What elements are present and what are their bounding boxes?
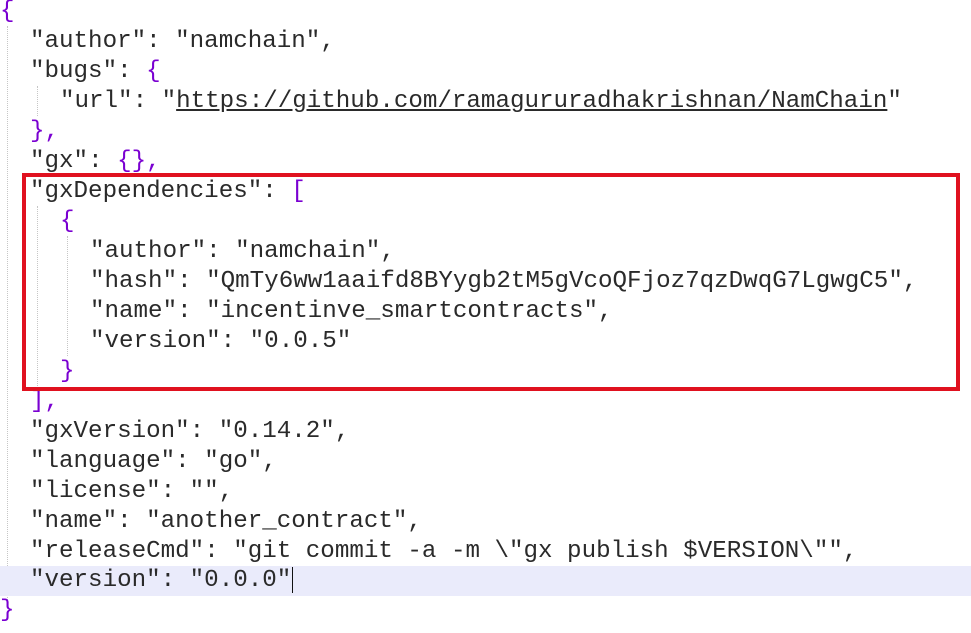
json-string-value: "another_contract" [146,508,408,535]
key-separator: : [132,88,162,115]
json-key: "gxVersion" [30,418,190,445]
close-brace: }, [30,118,60,145]
json-string-value: "0.14.2" [218,418,335,445]
code-line: "url": "https://github.com/ramagururadha… [0,87,902,117]
json-key: "url" [60,88,133,115]
json-editor[interactable]: { "author": "namchain", "bugs": { "url":… [0,0,971,633]
key-separator: : [117,58,147,85]
code-line: "bugs": { [0,57,161,87]
current-line[interactable]: "version": "0.0.0" [0,566,971,596]
key-separator: : [160,567,190,594]
code-line: "license": "", [0,477,233,507]
json-string-value: "0.0.0" [189,567,292,594]
comma: , [334,418,350,445]
json-string-value: "" [189,478,219,505]
comma: , [842,538,858,565]
comma: , [320,28,335,55]
code-line: { [0,0,15,27]
code-line: "gxVersion": "0.14.2", [0,417,349,447]
key-separator: : [175,448,205,475]
json-string-value: "go" [204,448,263,475]
code-line: "language": "go", [0,447,277,477]
json-key: "version" [30,567,161,594]
json-key: "bugs" [30,58,118,85]
highlight-box [22,173,960,391]
json-key: "author" [30,28,147,55]
comma: , [218,478,234,505]
text-cursor [292,566,294,593]
key-separator: : [88,148,118,175]
key-separator: : [117,508,147,535]
quote: " [887,88,902,115]
code-line: ], [0,387,59,417]
json-string-value: "namchain" [175,28,321,55]
code-line: "author": "namchain", [0,27,335,57]
key-separator: : [146,28,176,55]
json-string-value: "git commit -a -m \"gx publish $VERSION\… [233,538,843,565]
comma: , [407,508,422,535]
close-brace: } [0,597,15,624]
json-key: "releaseCmd" [30,538,205,565]
key-separator: : [189,418,219,445]
empty-object: {}, [117,148,161,175]
json-key: "name" [30,508,118,535]
code-line: } [0,596,15,626]
json-key: "license" [30,478,161,505]
url-link[interactable]: https://github.com/ramagururadhakrishnan… [176,88,887,115]
comma: , [262,448,277,475]
key-separator: : [204,538,234,565]
close-bracket: ], [30,388,60,415]
code-line: }, [0,117,59,147]
json-key: "gx" [30,148,89,175]
key-separator: : [160,478,190,505]
open-brace: { [0,0,15,25]
code-line: "name": "another_contract", [0,507,422,537]
open-brace: { [146,58,161,85]
code-line: "releaseCmd": "git commit -a -m \"gx pub… [0,537,857,567]
quote: " [161,88,177,115]
json-key: "language" [30,448,176,475]
